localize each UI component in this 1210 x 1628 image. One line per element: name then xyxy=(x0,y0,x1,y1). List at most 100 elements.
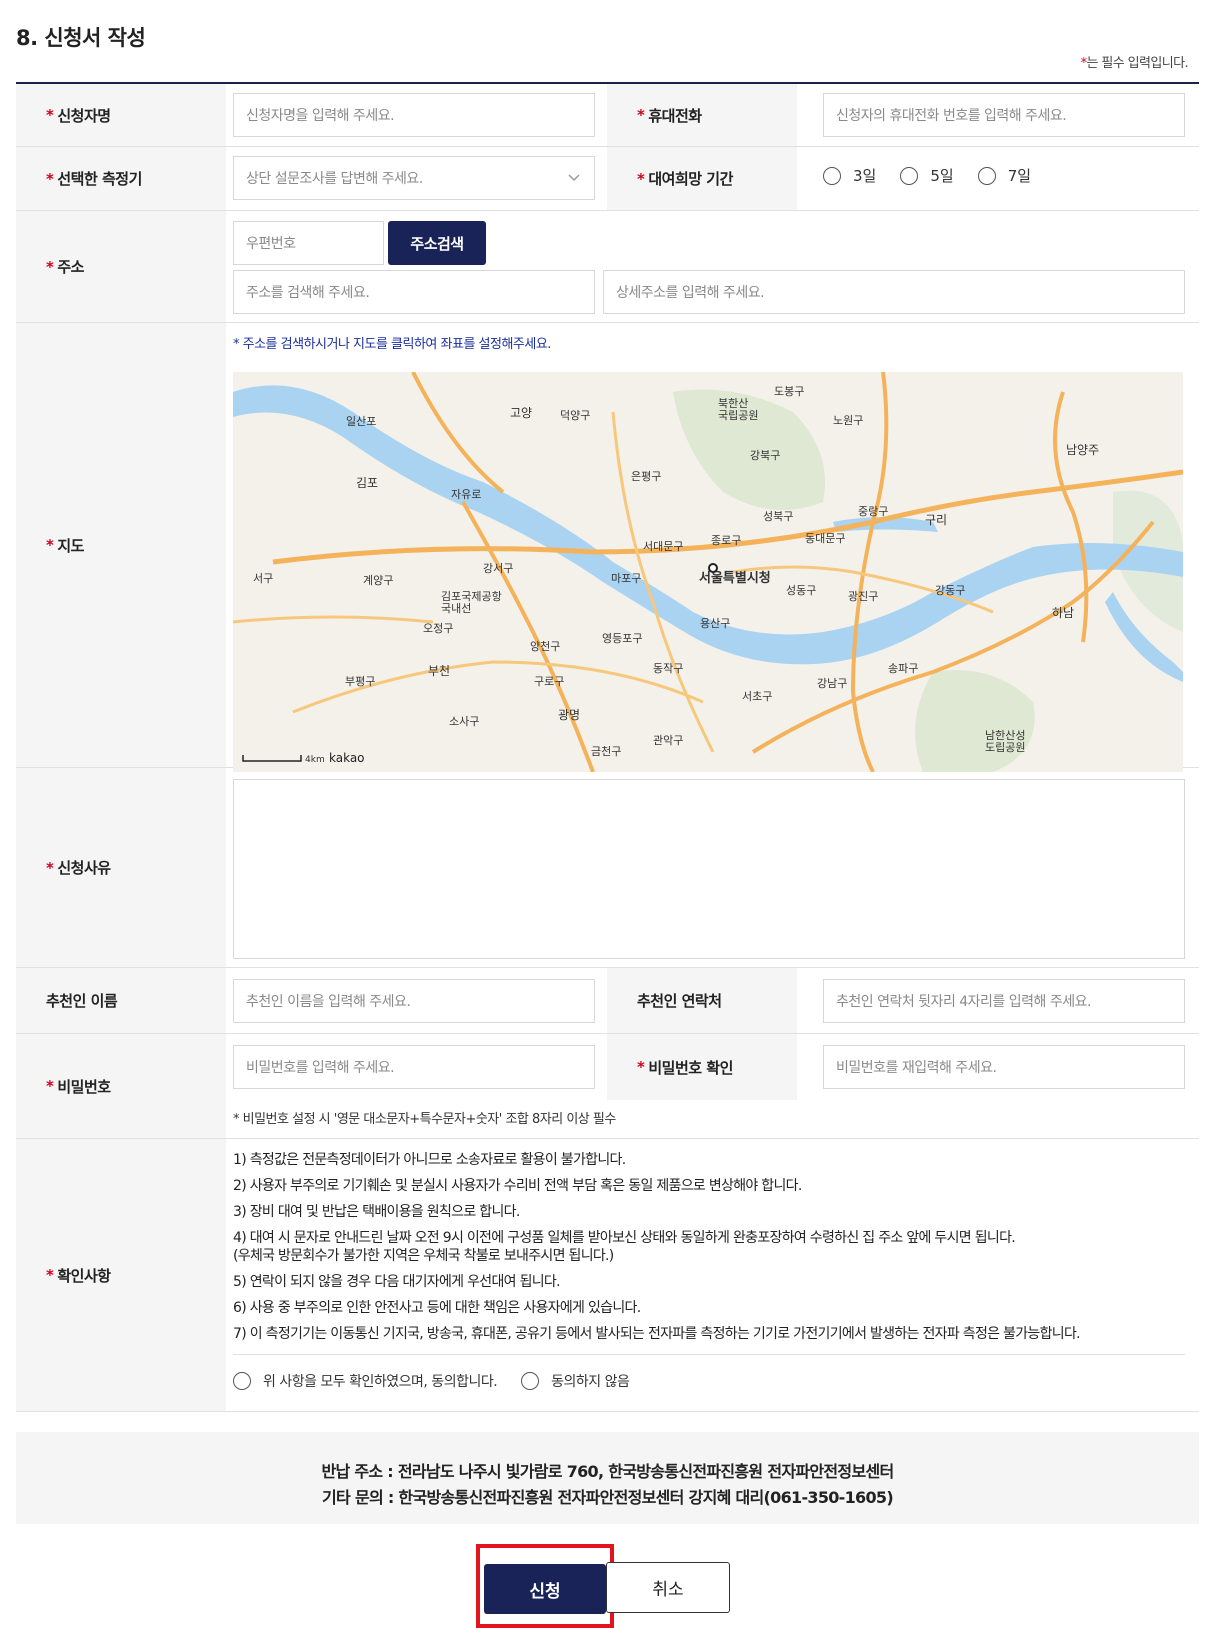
label-rental-period: * 대여희망 기간 xyxy=(607,147,797,210)
label-text: 추천인 이름 xyxy=(46,992,118,1010)
notice-item-6: 6) 사용 중 부주의로 인한 안전사고 등에 대한 책임은 사용자에게 있습니… xyxy=(233,1300,641,1316)
map-label-bucheon: 부천 xyxy=(428,663,450,678)
required-star: * xyxy=(46,257,54,276)
radio-label: 3일 xyxy=(853,167,877,185)
radio-7days[interactable]: 7일 xyxy=(977,165,1032,186)
address-detail-input[interactable]: 상세주소를 입력해 주세요. xyxy=(603,270,1185,314)
required-star: * xyxy=(637,106,645,124)
map-label-yeongdeungpo: 영등포구 xyxy=(602,632,642,645)
password-hint: * 비밀번호 설정 시 '영문 대소문자+특수문자+숫자' 조합 8자리 이상 … xyxy=(233,1112,616,1127)
notice-item-3: 3) 장비 대여 및 반납은 택배이용을 원칙으로 합니다. xyxy=(233,1204,520,1220)
label-password: * 비밀번호 xyxy=(16,1034,226,1138)
recommender-contact-input[interactable]: 추천인 연락처 뒷자리 4자리를 입력해 주세요. xyxy=(823,979,1185,1023)
label-text: 비밀번호 확인 xyxy=(648,1058,733,1077)
zip-code-input[interactable]: 우편번호 xyxy=(233,221,384,265)
recommender-name-input[interactable]: 추천인 이름을 입력해 주세요. xyxy=(233,979,595,1023)
radio-circle[interactable] xyxy=(977,166,996,185)
label-address: * 주소 xyxy=(16,211,226,322)
map-hint: * 주소를 검색하시거나 지도를 클릭하여 좌표를 설정해주세요. xyxy=(233,337,551,352)
applicant-name-input[interactable]: 신청자명을 입력해 주세요. xyxy=(233,93,595,137)
radio-circle[interactable] xyxy=(521,1372,540,1390)
radio-circle[interactable] xyxy=(823,166,841,185)
map-label-yongsan: 용산구 xyxy=(700,617,730,630)
rental-period-radios: 3일 5일 7일 xyxy=(823,165,1055,186)
notice-item-2: 2) 사용자 부주의로 기기훼손 및 분실시 사용자가 수리비 전액 부담 혹은… xyxy=(233,1178,802,1194)
reason-textarea[interactable] xyxy=(233,779,1185,959)
map-label-seodaemun: 서대문구 xyxy=(643,540,683,553)
map-label-ilsan: 일산포 xyxy=(346,414,376,428)
map-label-nowon: 노원구 xyxy=(833,414,863,427)
radio-label: 동의하지 않음 xyxy=(551,1374,630,1390)
label-text: 확인사항 xyxy=(57,1266,111,1285)
meter-select[interactable]: 상단 설문조사를 답변해 주세요. xyxy=(233,156,595,200)
map-canvas[interactable]: 서울특별시청 고양 김포 남양주 구리 하남 광명 부천 북한산 국립공원 도봉구… xyxy=(233,372,1183,772)
radio-5days[interactable]: 5일 xyxy=(900,165,954,186)
password-input[interactable]: 비밀번호를 입력해 주세요. xyxy=(233,1045,595,1089)
required-note: *는 필수 입력입니다. xyxy=(1081,52,1189,71)
password-confirm-input[interactable]: 비밀번호를 재입력해 주세요. xyxy=(823,1045,1185,1089)
address-search-button[interactable]: 주소검색 xyxy=(388,221,486,265)
radio-label: 위 사항을 모두 확인하였으며, 동의합니다. xyxy=(263,1374,498,1390)
label-text: 선택한 측정기 xyxy=(57,170,142,188)
radio-3days[interactable]: 3일 xyxy=(823,165,876,186)
label-reason: * 신청사유 xyxy=(16,768,226,967)
map-scale-label: 4km xyxy=(305,755,325,765)
radio-label: 7일 xyxy=(1007,167,1032,185)
map-label-seoul: 서울특별시청 xyxy=(699,570,771,586)
radio-circle[interactable] xyxy=(233,1372,251,1390)
map-label-geumcheon: 금천구 xyxy=(591,744,621,758)
map-label-gangnam: 강남구 xyxy=(817,677,847,690)
application-form: * 신청자명 신청자명을 입력해 주세요. * 휴대전화 신청자의 휴대전화 번호를… xyxy=(16,82,1199,1412)
label-password-confirm: * 비밀번호 확인 xyxy=(607,1034,797,1100)
map-label-jungnang: 중랑구 xyxy=(858,505,888,518)
city-hall-marker xyxy=(708,563,718,573)
required-star: * xyxy=(46,858,54,877)
required-star: * xyxy=(637,1058,645,1076)
map-label-gimpo: 김포 xyxy=(356,476,378,490)
radio-circle[interactable] xyxy=(900,166,919,185)
map-label-bupyeong: 부평구 xyxy=(345,675,375,688)
notice-item-7: 7) 이 측정기기는 이동통신 기지국, 방송국, 휴대폰, 공유기 등에서 발… xyxy=(233,1326,1081,1342)
map-label-freeway: 자유로 xyxy=(451,488,481,501)
row-confirm: * 확인사항 1) 측정값은 전문측정데이터가 아니므로 소송자료로 활용이 불가… xyxy=(16,1139,1199,1412)
location-map[interactable]: 서울특별시청 고양 김포 남양주 구리 하남 광명 부천 북한산 국립공원 도봉구… xyxy=(233,372,1183,772)
notice-item-4: 4) 대여 시 문자로 안내드린 날짜 오전 9시 이전에 구성품 일체를 받아… xyxy=(233,1230,1016,1246)
notice-item-1: 1) 측정값은 전문측정데이터가 아니므로 소송자료로 활용이 불가합니다. xyxy=(233,1152,626,1168)
map-label-gangseo: 강서구 xyxy=(483,562,513,575)
map-label-ojeong: 오정구 xyxy=(423,622,453,635)
required-star: * xyxy=(46,536,54,554)
map-label-sosa: 소사구 xyxy=(449,715,479,728)
label-text: 대여희망 기간 xyxy=(648,170,733,188)
meter-select-value: 상단 설문조사를 답변해 주세요. xyxy=(246,171,423,187)
address-input[interactable]: 주소를 검색해 주세요. xyxy=(233,270,595,314)
radio-agree[interactable]: 위 사항을 모두 확인하였으며, 동의합니다. xyxy=(233,1371,498,1391)
map-label-gwangmyeong: 광명 xyxy=(558,708,580,722)
radio-disagree[interactable]: 동의하지 않음 xyxy=(521,1371,630,1391)
map-label-eunpyeong: 은평구 xyxy=(631,470,661,483)
map-label-yangcheon: 양천구 xyxy=(530,639,560,653)
required-star: * xyxy=(46,1077,54,1095)
required-star: * xyxy=(46,1266,54,1284)
row-name-phone: * 신청자명 신청자명을 입력해 주세요. * 휴대전화 신청자의 휴대전화 번호를… xyxy=(16,84,1199,147)
cancel-button[interactable]: 취소 xyxy=(606,1562,730,1613)
radio-label: 5일 xyxy=(930,167,954,185)
notice-item-4-sub: (우체국 방문회수가 불가한 지역은 우체국 착불로 보내주시면 됩니다.) xyxy=(233,1248,614,1264)
map-label-gangdong: 강동구 xyxy=(935,584,965,597)
label-mobile: * 휴대전화 xyxy=(607,84,797,146)
map-label-seocho: 서초구 xyxy=(742,690,772,703)
label-recommender-name: 추천인 이름 xyxy=(16,968,226,1033)
submit-button[interactable]: 신청 xyxy=(484,1564,606,1614)
map-label-gwanak: 관악구 xyxy=(653,734,683,747)
map-label-guri: 구리 xyxy=(925,513,947,527)
label-text: 지도 xyxy=(57,536,84,555)
map-label-guro: 구로구 xyxy=(534,675,564,688)
page-title: 8. 신청서 작성 xyxy=(16,26,146,50)
mobile-input[interactable]: 신청자의 휴대전화 번호를 입력해 주세요. xyxy=(823,93,1185,137)
kakao-logo: kakao xyxy=(329,751,365,765)
map-label-seongbuk: 성북구 xyxy=(763,510,793,523)
chevron-down-icon xyxy=(568,174,580,182)
row-password: * 비밀번호 비밀번호를 입력해 주세요. * 비밀번호 확인 비밀번호를 재입력해… xyxy=(16,1034,1199,1139)
label-text: 주소 xyxy=(57,258,84,276)
map-label-mapo: 마포구 xyxy=(611,572,641,585)
row-meter-period: * 선택한 측정기 상단 설문조사를 답변해 주세요. * 대여희망 기간 3일 5… xyxy=(16,147,1199,211)
